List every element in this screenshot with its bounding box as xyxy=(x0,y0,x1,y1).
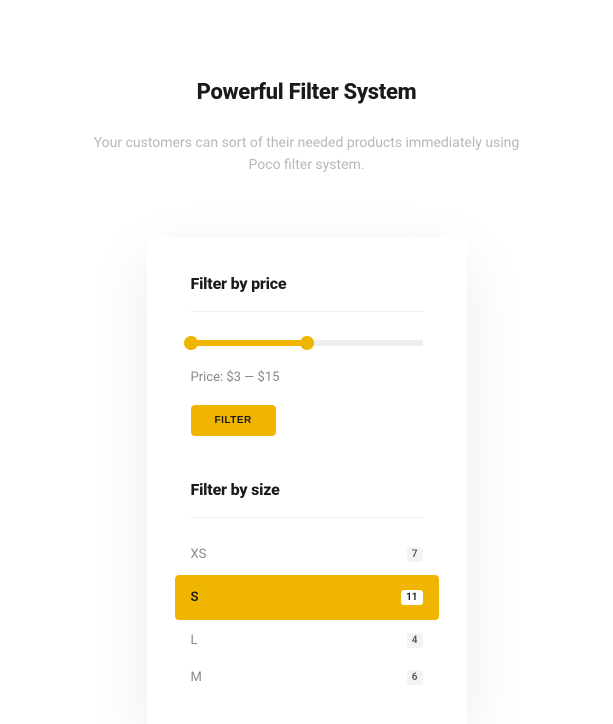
price-slider-handle-max[interactable] xyxy=(300,336,314,350)
price-slider-fill xyxy=(191,340,307,346)
price-slider-handle-min[interactable] xyxy=(184,336,198,350)
size-label: M xyxy=(191,670,202,685)
size-label: S xyxy=(191,590,199,605)
size-option-s[interactable]: S 11 xyxy=(175,575,439,620)
size-count-badge: 11 xyxy=(401,590,422,605)
price-section-title: Filter by price xyxy=(191,274,423,293)
filter-button[interactable]: FILTER xyxy=(191,405,276,436)
size-count-badge: 4 xyxy=(407,633,423,648)
divider xyxy=(191,517,423,518)
price-slider[interactable] xyxy=(191,340,423,346)
size-count-badge: 6 xyxy=(407,670,423,685)
size-label: XS xyxy=(191,547,207,562)
page-subtitle: Your customers can sort of their needed … xyxy=(67,133,547,176)
filter-card: Filter by price Price: $3 — $15 FILTER F… xyxy=(147,238,467,724)
size-count-badge: 7 xyxy=(407,547,423,562)
price-range-text: Price: $3 — $15 xyxy=(191,370,423,385)
size-option-xs[interactable]: XS 7 xyxy=(191,536,423,573)
page-title: Powerful Filter System xyxy=(0,0,613,105)
size-option-m[interactable]: M 6 xyxy=(191,659,423,696)
size-list: XS 7 S 11 L 4 M 6 xyxy=(191,536,423,696)
size-label: L xyxy=(191,633,198,648)
divider xyxy=(191,311,423,312)
size-option-l[interactable]: L 4 xyxy=(191,622,423,659)
size-section-title: Filter by size xyxy=(191,480,423,499)
